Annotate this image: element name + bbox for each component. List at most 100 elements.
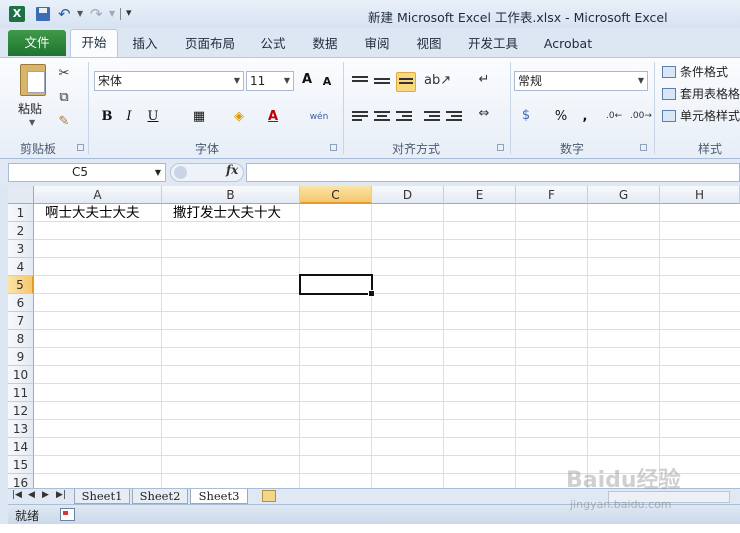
font-launcher-icon[interactable] [330,144,337,151]
align-right-icon[interactable] [396,109,412,123]
row-header[interactable]: 7 [8,312,34,330]
column-header-g[interactable]: G [588,186,660,204]
clipboard-launcher-icon[interactable] [77,144,84,151]
border-icon[interactable]: ▦ [190,108,208,126]
sheet-tab-sheet2[interactable]: Sheet2 [132,489,188,504]
column-header-b[interactable]: B [162,186,300,204]
tab-view[interactable]: 视图 [412,34,446,56]
undo-dropdown-icon[interactable]: ▼ [77,9,83,18]
conditional-formatting-button[interactable]: 条件格式 [662,63,728,80]
row-header[interactable]: 1 [8,204,34,222]
column-header-a[interactable]: A [34,186,162,204]
cell-styles-button[interactable]: 单元格样式 [662,107,740,124]
underline-button[interactable]: U [144,108,162,126]
align-left-icon[interactable] [352,109,368,123]
row-header[interactable]: 13 [8,420,34,438]
excel-app-icon[interactable]: X [9,6,25,22]
format-painter-icon[interactable]: ✎ [56,114,72,130]
column-header-c[interactable]: C [300,186,372,204]
merge-center-icon[interactable]: ⇔ [476,106,492,122]
insert-sheet-icon[interactable] [262,490,276,502]
increase-indent-icon[interactable] [446,109,462,123]
column-header-f[interactable]: F [516,186,588,204]
font-name-select[interactable]: 宋体 ▼ [94,71,244,91]
customize-quick-access-icon[interactable]: ▾ [126,6,132,19]
wrap-text-icon[interactable]: ↵ [476,72,492,88]
tab-home[interactable]: 开始 [70,29,118,58]
comma-style-button[interactable]: , [576,108,594,126]
prev-sheet-icon[interactable]: ◀ [28,490,35,500]
shrink-font-button[interactable]: A [318,73,336,91]
format-as-table-button[interactable]: 套用表格格 [662,85,740,102]
number-launcher-icon[interactable] [640,144,647,151]
select-all-button[interactable] [8,186,34,204]
first-sheet-icon[interactable]: |◀ [12,490,22,500]
worksheet-grid[interactable]: A B C D E F G H 1 2 3 4 5 6 7 8 9 10 11 … [8,186,740,488]
redo-icon[interactable]: ↷ [90,5,103,23]
tab-developer[interactable]: 开发工具 [464,34,522,56]
redo-dropdown-icon[interactable]: ▼ [109,9,115,18]
tab-acrobat[interactable]: Acrobat [540,34,596,56]
row-header[interactable]: 8 [8,330,34,348]
tab-data[interactable]: 数据 [308,34,342,56]
tab-page-layout[interactable]: 页面布局 [180,34,240,56]
active-cell-c5[interactable] [299,274,375,297]
row-header[interactable]: 14 [8,438,34,456]
paste-dropdown-icon[interactable]: ▼ [29,118,35,127]
decrease-decimal-icon[interactable]: .00→ [630,108,652,124]
number-format-select[interactable]: 常规 ▼ [514,71,648,91]
formula-input[interactable] [246,163,740,182]
italic-button[interactable]: I [120,108,138,126]
font-color-icon[interactable]: A [264,108,282,126]
accounting-format-icon[interactable]: $ [518,108,534,124]
paste-icon[interactable] [20,64,46,96]
cell-b1[interactable]: 撒打发士大夫十大 [173,204,281,222]
row-header[interactable]: 12 [8,402,34,420]
tab-file[interactable]: 文件 [8,30,66,56]
undo-icon[interactable]: ↶ [58,5,71,23]
row-header[interactable]: 2 [8,222,34,240]
row-header[interactable]: 6 [8,294,34,312]
row-header[interactable]: 5 [8,276,34,294]
name-box[interactable]: C5 ▼ [8,163,166,182]
last-sheet-icon[interactable]: ▶| [56,490,66,500]
grow-font-button[interactable]: A [298,71,316,89]
tab-review[interactable]: 审阅 [360,34,394,56]
align-center-icon[interactable] [374,109,390,123]
phonetic-guide-button[interactable]: wén [306,108,332,126]
align-bottom-icon[interactable] [396,72,416,92]
sheet-tab-sheet3[interactable]: Sheet3 [190,489,248,504]
font-size-select[interactable]: 11 ▼ [246,71,294,91]
bold-button[interactable]: B [98,108,116,126]
alignment-launcher-icon[interactable] [497,144,504,151]
column-header-h[interactable]: H [660,186,740,204]
row-header[interactable]: 3 [8,240,34,258]
row-header[interactable]: 11 [8,384,34,402]
align-top-icon[interactable] [352,74,368,88]
increase-decimal-icon[interactable]: .0← [606,108,622,124]
cell-a1[interactable]: 啊士大夫士大夫 [45,204,140,222]
fill-color-icon[interactable]: ◈ [230,108,248,126]
column-header-e[interactable]: E [444,186,516,204]
align-middle-icon[interactable] [374,76,390,90]
insert-function-button[interactable]: fx [226,163,238,177]
row-header[interactable]: 15 [8,456,34,474]
row-header[interactable]: 9 [8,348,34,366]
gridline [587,204,588,488]
row-header[interactable]: 16 [8,474,34,488]
decrease-indent-icon[interactable] [424,109,440,123]
tab-formulas[interactable]: 公式 [256,34,290,56]
row-header[interactable]: 4 [8,258,34,276]
paste-button[interactable]: 粘贴 [18,100,42,117]
row-header[interactable]: 10 [8,366,34,384]
percent-style-button[interactable]: % [552,108,570,126]
sheet-tab-sheet1[interactable]: Sheet1 [74,489,130,504]
macro-record-icon[interactable] [60,508,75,521]
cut-icon[interactable]: ✂ [56,66,72,82]
orientation-icon[interactable]: ab↗ [424,73,451,89]
copy-icon[interactable]: ⧉ [56,90,72,106]
next-sheet-icon[interactable]: ▶ [42,490,49,500]
save-icon[interactable] [36,7,50,21]
tab-insert[interactable]: 插入 [128,34,162,56]
column-header-d[interactable]: D [372,186,444,204]
